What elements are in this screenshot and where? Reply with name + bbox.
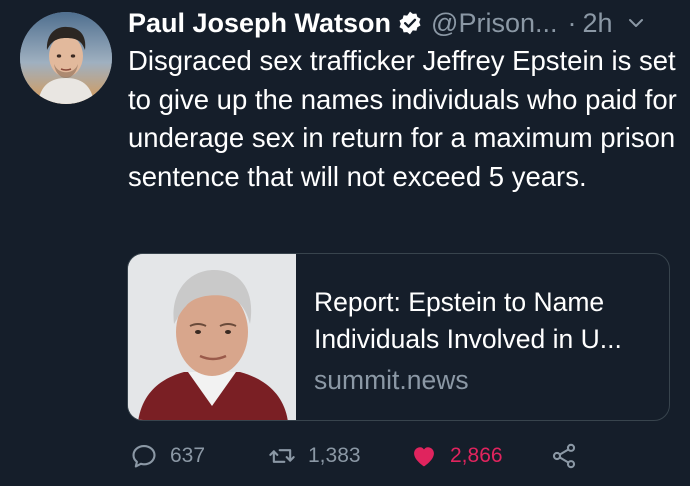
share-button[interactable]	[550, 438, 590, 474]
avatar-image	[20, 12, 112, 104]
author-name[interactable]: Paul Joseph Watson	[128, 8, 391, 39]
author-handle[interactable]: @Prison...	[431, 8, 557, 39]
avatar[interactable]	[20, 12, 112, 104]
retweet-icon	[269, 449, 295, 463]
separator-dot: ·	[567, 7, 577, 38]
tweet-timestamp[interactable]: 2h	[583, 8, 613, 39]
tweet-actions: 637 1,383 2,866	[130, 438, 690, 474]
verified-badge-icon	[399, 11, 421, 35]
link-card[interactable]: Report: Epstein to Name Individuals Invo…	[127, 253, 670, 421]
tweet[interactable]: Paul Joseph Watson @Prison... · 2h Disgr…	[0, 0, 690, 486]
card-thumbnail-image	[128, 254, 296, 420]
card-thumbnail	[128, 254, 296, 420]
tweet-text: Disgraced sex trafficker Jeffrey Epstein…	[128, 45, 677, 192]
like-count: 2,866	[450, 444, 503, 467]
card-title: Report: Epstein to Name Individuals Invo…	[314, 287, 622, 354]
tweet-header: Paul Joseph Watson @Prison... · 2h	[128, 4, 676, 42]
reply-count: 637	[170, 444, 206, 467]
reply-icon	[132, 445, 156, 468]
retweet-count: 1,383	[308, 444, 361, 467]
card-body: Report: Epstein to Name Individuals Invo…	[296, 254, 669, 420]
like-button[interactable]: 2,866	[410, 438, 503, 474]
reply-button[interactable]: 637	[130, 438, 205, 474]
chevron-down-icon[interactable]	[627, 14, 645, 32]
heart-icon	[414, 447, 434, 467]
card-domain: summit.news	[314, 365, 469, 395]
retweet-button[interactable]: 1,383	[268, 438, 361, 474]
share-icon	[552, 443, 576, 469]
